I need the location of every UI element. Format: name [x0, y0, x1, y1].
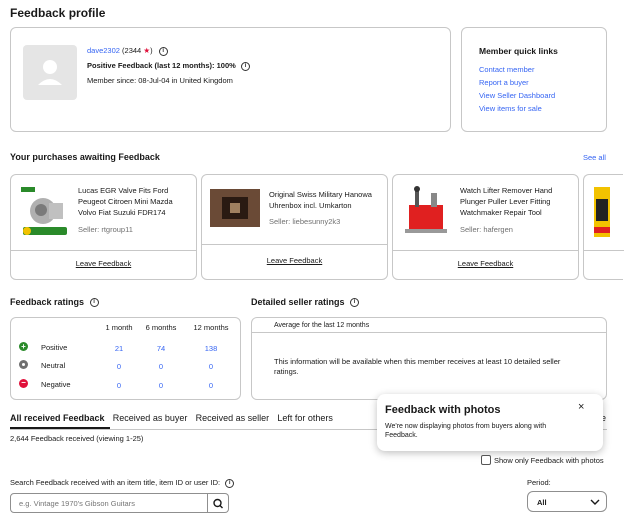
info-icon[interactable]: i	[158, 46, 168, 56]
purchases-title: Your purchases awaiting Feedback	[10, 152, 160, 162]
item-title[interactable]: Original Swiss Military Hanowa Uhrenbox …	[269, 189, 381, 211]
tab-received-as-seller[interactable]: Received as seller	[196, 413, 270, 423]
photos-checkbox-label[interactable]: Show only Feedback with photos	[494, 456, 604, 465]
divider	[11, 250, 196, 251]
info-icon[interactable]: i	[240, 61, 250, 71]
info-icon[interactable]: i	[225, 478, 235, 488]
detailed-card: Average for the last 12 months This info…	[251, 317, 607, 400]
row-label: Positive	[41, 343, 68, 352]
item-thumbnail	[594, 187, 610, 237]
watch-box-image	[210, 189, 260, 227]
item-seller: Seller: rtgroup11	[78, 225, 133, 234]
info-icon[interactable]: i	[89, 298, 99, 308]
feedback-tabs: All received Feedback Received as buyer …	[10, 413, 339, 423]
detailed-subtitle: Average for the last 12 months	[274, 322, 370, 329]
column-header: 6 months	[145, 323, 177, 332]
rating-value[interactable]: 0	[99, 381, 139, 390]
search-label-line: Search Feedback received with an item ti…	[10, 478, 235, 488]
positive-feedback-line: Positive Feedback (last 12 months): 100%…	[87, 61, 250, 71]
username-link[interactable]: dave2302	[87, 46, 120, 55]
member-since: Member since: 08-Jul-04 in United Kingdo…	[87, 76, 233, 85]
divider	[202, 244, 387, 245]
feedback-count: 2,644 Feedback received (viewing 1-25)	[10, 434, 144, 443]
rating-value[interactable]: 21	[99, 344, 139, 353]
chevron-down-icon	[590, 499, 600, 505]
see-all-link[interactable]: See all	[583, 153, 606, 162]
purchase-card: Watch Lifter Remover Hand Plunger Puller…	[392, 174, 579, 280]
view-items-link[interactable]: View items for sale	[479, 104, 542, 113]
rating-value[interactable]: 0	[187, 362, 235, 371]
detailed-title: Detailed seller ratings	[251, 297, 345, 307]
popover-title: Feedback with photos	[385, 404, 501, 416]
column-header: 1 month	[105, 323, 133, 332]
row-label: Negative	[41, 380, 71, 389]
feedback-score-close: )	[150, 46, 153, 55]
detailed-message: This information will be available when …	[274, 357, 561, 376]
ratings-card: 1 month 6 months 12 months + Positive 21…	[10, 317, 241, 400]
period-select[interactable]: All	[527, 491, 607, 512]
tab-received-as-buyer[interactable]: Received as buyer	[113, 413, 188, 423]
avatar	[23, 45, 77, 100]
divider	[252, 332, 606, 333]
contact-member-link[interactable]: Contact member	[479, 65, 534, 74]
purchase-card: Lucas EGR Valve Fits Ford Peugeot Citroe…	[10, 174, 197, 280]
item-seller: Seller: liebesunny2k3	[269, 217, 341, 226]
tab-all-received[interactable]: All received Feedback	[10, 413, 105, 423]
purchase-card-partial[interactable]	[583, 174, 624, 280]
profile-card: dave2302 (2344 ★) i Positive Feedback (l…	[10, 27, 451, 132]
neutral-icon	[19, 360, 28, 369]
username-line: dave2302 (2344 ★) i	[87, 46, 168, 56]
user-placeholder-icon	[38, 60, 62, 85]
info-icon[interactable]: i	[350, 298, 360, 308]
watch-tool-image	[405, 186, 447, 233]
ratings-heading: Feedback ratings i	[10, 297, 99, 308]
ratings-title: Feedback ratings	[10, 297, 85, 307]
leave-feedback-link[interactable]: Leave Feedback	[202, 256, 387, 265]
positive-feedback-text: Positive Feedback (last 12 months): 100%	[87, 61, 236, 70]
feedback-score: (2344	[122, 46, 142, 55]
negative-icon: −	[19, 379, 28, 388]
rating-value[interactable]: 138	[187, 344, 235, 353]
period-value: All	[537, 498, 547, 507]
item-title[interactable]: Lucas EGR Valve Fits Ford Peugeot Citroe…	[78, 185, 188, 218]
leave-feedback-link[interactable]: Leave Feedback	[393, 259, 578, 268]
row-label: Neutral	[41, 361, 66, 370]
divider	[584, 250, 624, 251]
item-thumbnail[interactable]	[19, 185, 71, 237]
search-field-wrap	[10, 493, 208, 513]
item-title[interactable]: Watch Lifter Remover Hand Plunger Puller…	[460, 185, 572, 218]
seller-dashboard-link[interactable]: View Seller Dashboard	[479, 91, 555, 100]
photos-checkbox[interactable]	[481, 455, 491, 465]
page-title: Feedback profile	[10, 6, 106, 20]
rating-value[interactable]: 74	[141, 344, 181, 353]
search-input[interactable]	[11, 494, 201, 512]
rating-value[interactable]: 0	[99, 362, 139, 371]
tab-left-for-others[interactable]: Left for others	[277, 413, 333, 423]
item-thumbnail[interactable]	[401, 185, 451, 237]
quick-links-title: Member quick links	[479, 46, 558, 56]
item-seller: Seller: hafergen	[460, 225, 513, 234]
positive-icon: +	[19, 342, 28, 351]
rating-value[interactable]: 0	[141, 381, 181, 390]
period-label: Period:	[527, 478, 551, 487]
detailed-heading: Detailed seller ratings i	[251, 297, 360, 308]
leave-feedback-link[interactable]: Leave Feedback	[11, 259, 196, 268]
rating-value[interactable]: 0	[141, 362, 181, 371]
search-button[interactable]	[208, 493, 229, 513]
item-thumbnail[interactable]	[210, 189, 260, 227]
egr-valve-image	[21, 187, 67, 235]
photos-popover: Feedback with photos We're now displayin…	[377, 394, 603, 451]
report-buyer-link[interactable]: Report a buyer	[479, 78, 529, 87]
close-icon[interactable]: ×	[578, 401, 584, 413]
popover-body: We're now displaying photos from buyers …	[385, 423, 547, 439]
divider	[393, 250, 578, 251]
rating-value[interactable]: 0	[187, 381, 235, 390]
search-label: Search Feedback received with an item ti…	[10, 478, 221, 487]
quick-links-card: Member quick links Contact member Report…	[461, 27, 607, 132]
column-header: 12 months	[193, 323, 229, 332]
purchase-card: Original Swiss Military Hanowa Uhrenbox …	[201, 174, 388, 280]
search-icon	[213, 498, 223, 509]
